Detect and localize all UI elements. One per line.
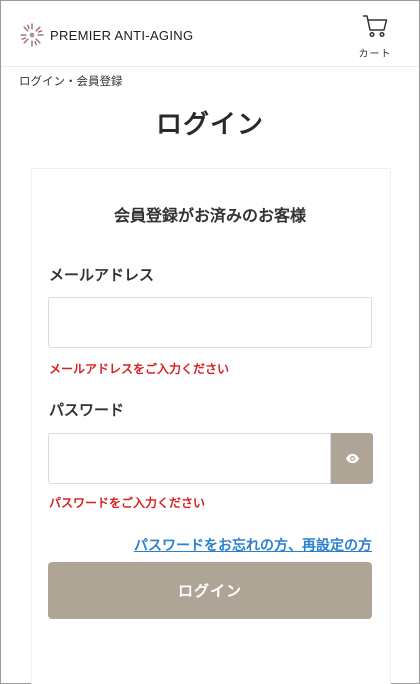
page-title: ログイン <box>155 110 264 140</box>
password-field[interactable] <box>48 433 331 484</box>
cart-label: カート <box>358 49 392 60</box>
cart-button[interactable]: カート <box>352 13 398 61</box>
password-error-message: パスワードをご入力ください <box>49 496 206 510</box>
email-field[interactable] <box>48 297 372 348</box>
login-submit-button[interactable]: ログイン <box>48 562 372 619</box>
password-label: パスワード <box>49 401 125 419</box>
cart-icon <box>362 15 388 38</box>
email-error-message: メールアドレスをご入力ください <box>49 362 230 376</box>
brand-name: PREMIER ANTI-AGING <box>50 27 194 43</box>
password-visibility-toggle[interactable] <box>331 433 373 484</box>
forgot-password-link[interactable]: パスワードをお忘れの方、再設定の方 <box>134 535 372 555</box>
brand-logo[interactable]: PREMIER ANTI-AGING <box>19 21 193 49</box>
breadcrumb: ログイン・会員登録 <box>19 74 123 88</box>
flower-logo-icon <box>20 23 44 47</box>
login-card-heading: 会員登録がお済みのお客様 <box>113 206 306 225</box>
email-label: メールアドレス <box>49 266 155 284</box>
site-header: PREMIER ANTI-AGING カート <box>1 1 419 67</box>
eye-icon <box>345 453 359 464</box>
